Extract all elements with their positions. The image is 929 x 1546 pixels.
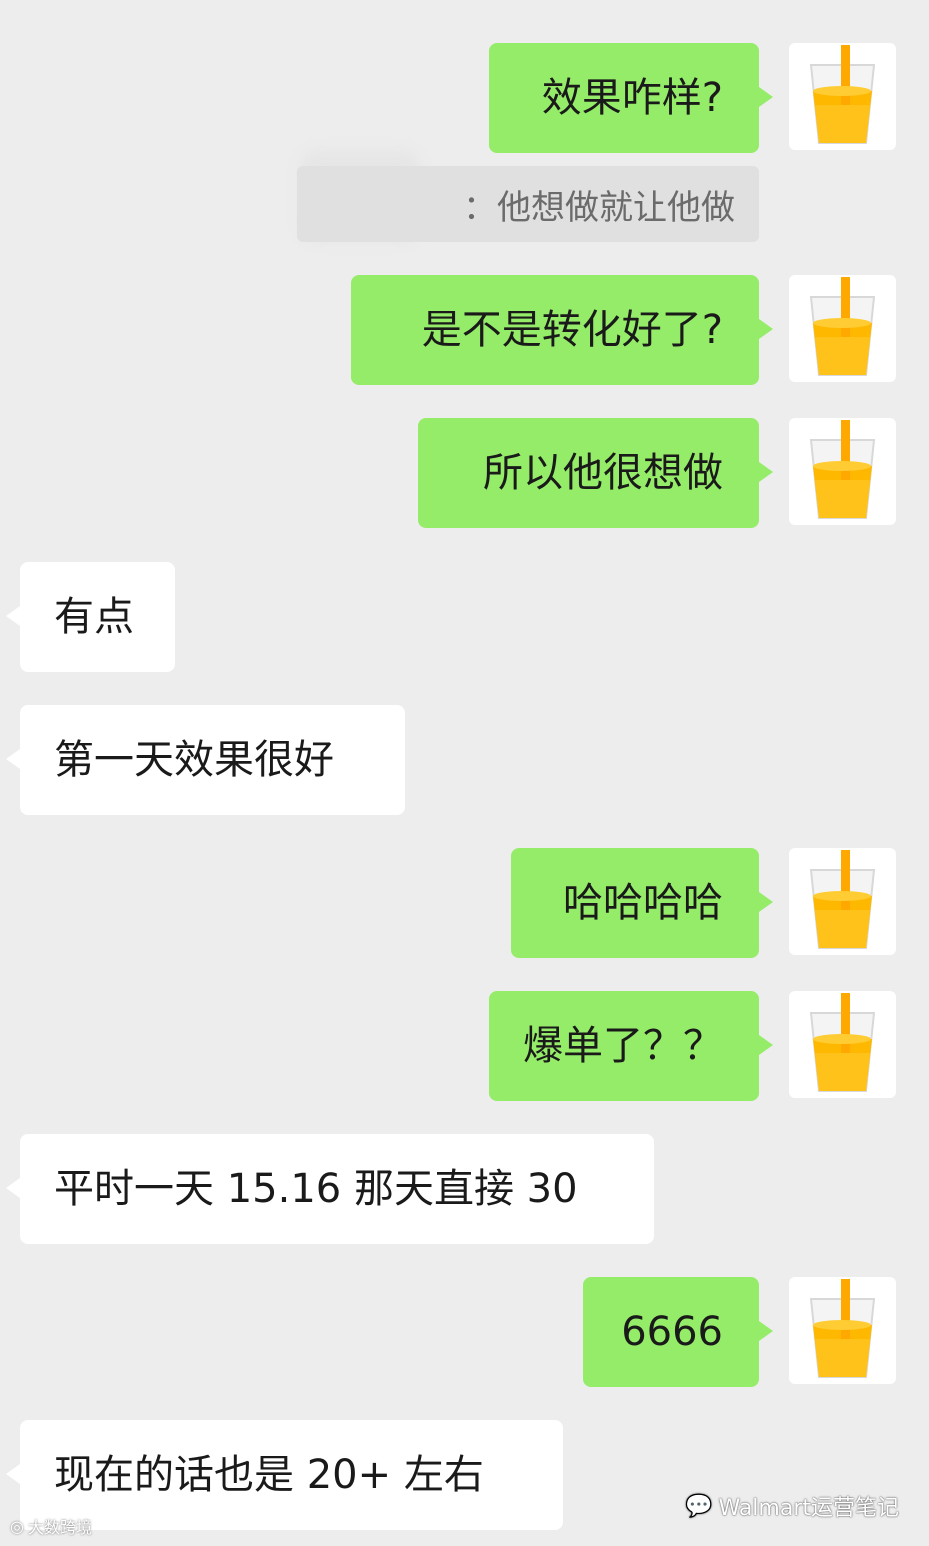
quoted-text: ：他想做就让他做 [463, 187, 735, 228]
message-bubble-incoming[interactable]: 平时一天 15.16 那天直接 30 [6, 1134, 654, 1244]
message-bubble-outgoing[interactable]: 效果咋样? [489, 43, 773, 153]
weibo-icon: ◎ [10, 1516, 24, 1536]
quoted-message[interactable]: ：他想做就让他做 [297, 166, 759, 242]
message-text: 平时一天 15.16 那天直接 30 [54, 1166, 578, 1212]
message-bubble-incoming[interactable]: 有点 [6, 562, 175, 672]
orange-juice-glass-icon [809, 850, 876, 949]
message-bubble-outgoing[interactable]: 6666 [583, 1277, 773, 1387]
watermark-text: Walmart运营笔记 [718, 1496, 899, 1521]
message-text: 哈哈哈哈 [563, 880, 723, 926]
orange-juice-glass-icon [809, 277, 876, 376]
message-text: 有点 [54, 594, 134, 640]
avatar[interactable] [789, 418, 896, 525]
wechat-icon: 💬 [685, 1493, 713, 1519]
orange-juice-glass-icon [809, 1279, 876, 1378]
message-text: 爆单了？？ [523, 1023, 723, 1069]
message-text: 第一天效果很好 [54, 737, 334, 783]
avatar[interactable] [789, 1277, 896, 1384]
watermark-text: 大数跨境 [27, 1518, 92, 1537]
message-text: 所以他很想做 [483, 450, 723, 496]
message-text: 现在的话也是 20+ 左右 [54, 1452, 484, 1498]
message-bubble-outgoing[interactable]: 爆单了？？ [489, 991, 773, 1101]
message-text: 6666 [621, 1309, 723, 1355]
avatar[interactable] [789, 275, 896, 382]
avatar[interactable] [789, 848, 896, 955]
avatar[interactable] [789, 43, 896, 150]
message-text: 是不是转化好了? [421, 307, 723, 353]
watermark-left: ◎ 大数跨境 [10, 1514, 92, 1538]
message-bubble-outgoing[interactable]: 是不是转化好了? [351, 275, 773, 385]
message-text: 效果咋样? [541, 75, 723, 121]
message-bubble-outgoing[interactable]: 所以他很想做 [418, 418, 773, 528]
message-bubble-incoming[interactable]: 现在的话也是 20+ 左右 [6, 1420, 563, 1530]
message-bubble-incoming[interactable]: 第一天效果很好 [6, 705, 405, 815]
watermark-right: 💬 Walmart运营笔记 [685, 1490, 899, 1522]
orange-juice-glass-icon [809, 45, 876, 144]
avatar[interactable] [789, 991, 896, 1098]
orange-juice-glass-icon [809, 993, 876, 1092]
orange-juice-glass-icon [809, 420, 876, 519]
message-bubble-outgoing[interactable]: 哈哈哈哈 [511, 848, 773, 958]
